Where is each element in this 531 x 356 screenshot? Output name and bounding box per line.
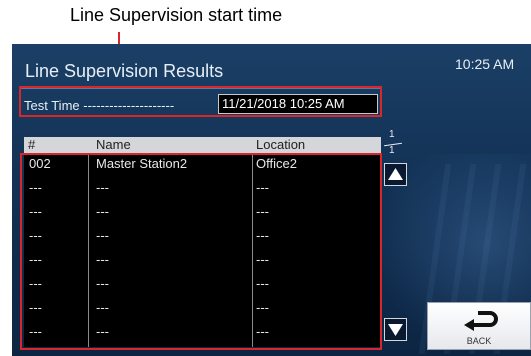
clock: 10:25 AM	[455, 56, 515, 72]
column-header-name: Name	[96, 137, 131, 152]
device-screen: 10:25 AM Line Supervision Results Test T…	[12, 44, 531, 356]
back-arrow-icon	[464, 311, 498, 331]
triangle-up-icon	[388, 168, 403, 180]
scroll-down-button[interactable]	[384, 318, 407, 341]
page-title: Line Supervision Results	[25, 61, 224, 81]
column-header-location: Location	[256, 137, 306, 152]
triangle-down-icon	[388, 324, 403, 336]
page-current: 1	[389, 129, 395, 140]
scroll-up-button[interactable]	[384, 163, 407, 186]
annotation-caption: Line Supervision start time	[70, 5, 283, 25]
page-total: 1	[389, 145, 395, 156]
table-highlight-box	[20, 153, 382, 350]
test-time-highlight-box	[19, 86, 382, 117]
back-button-label: BACK	[466, 336, 492, 346]
column-header-number: #	[28, 137, 36, 152]
table-header: # Name Location	[24, 137, 381, 153]
back-button[interactable]: BACK	[427, 302, 531, 350]
